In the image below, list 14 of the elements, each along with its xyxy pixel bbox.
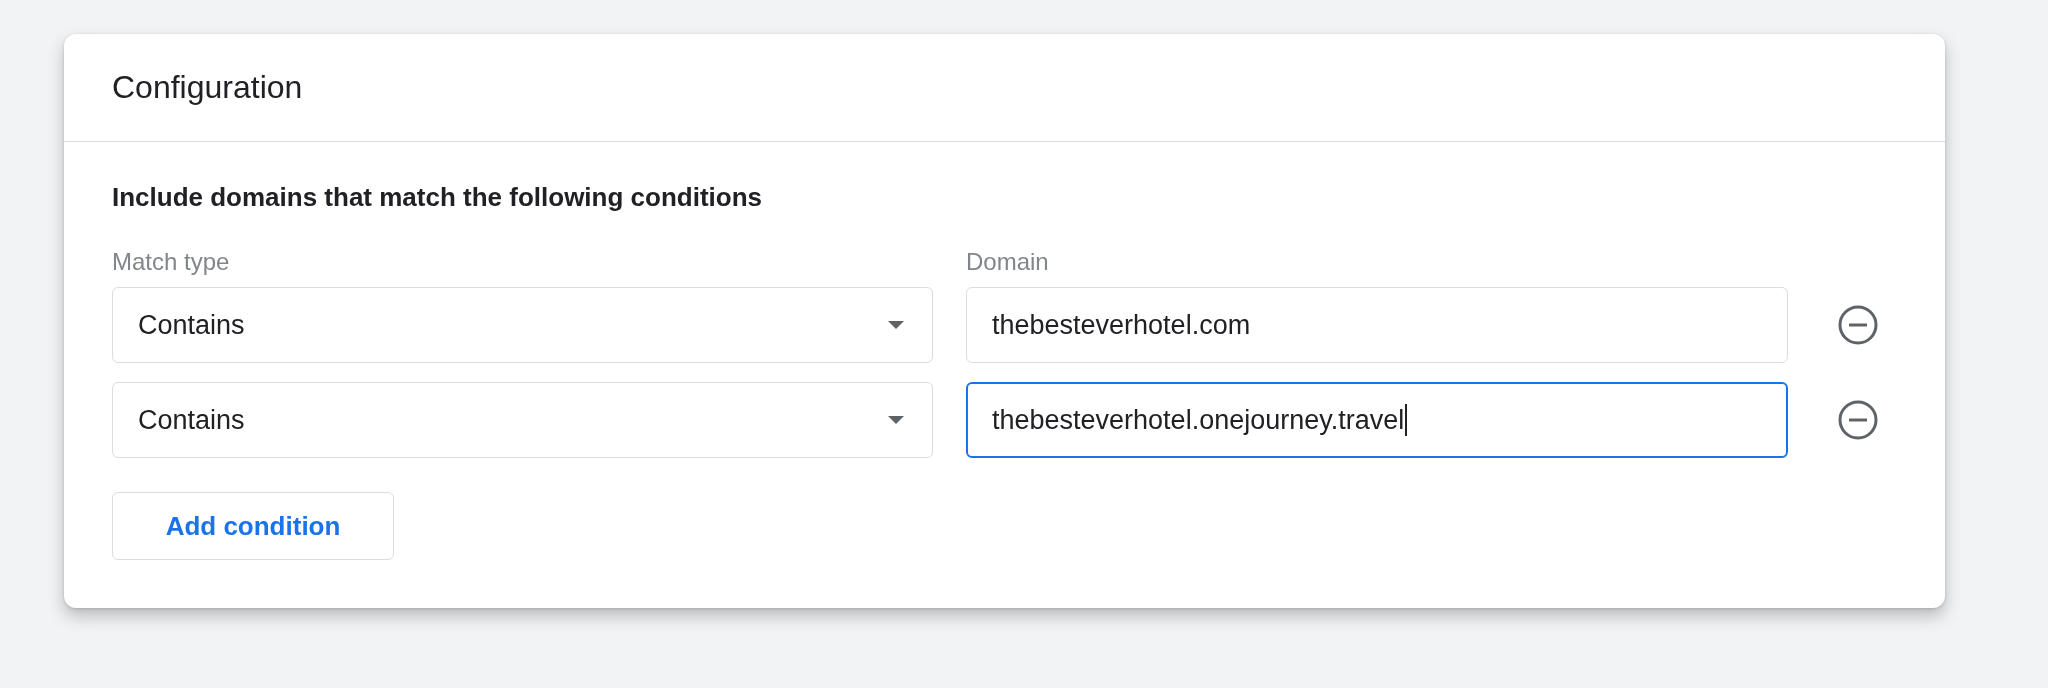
domain-field[interactable]: thebesteverhotel.onejourney.travel [966,382,1788,458]
match-type-select[interactable]: Contains [112,287,933,363]
card-title: Configuration [112,69,303,106]
dropdown-arrow-icon [888,416,904,424]
text-cursor-icon [1405,404,1408,436]
minus-circle-icon[interactable] [1838,305,1878,345]
domain-field[interactable]: thebesteverhotel.com [966,287,1788,363]
match-type-select[interactable]: Contains [112,382,933,458]
section-title: Include domains that match the following conditions [112,182,762,212]
domain-label: Domain [966,248,1049,276]
dropdown-arrow-icon [888,321,904,329]
add-condition-button[interactable]: Add condition [112,492,394,560]
match-type-label: Match type [112,248,230,276]
minus-circle-icon[interactable] [1838,400,1878,440]
